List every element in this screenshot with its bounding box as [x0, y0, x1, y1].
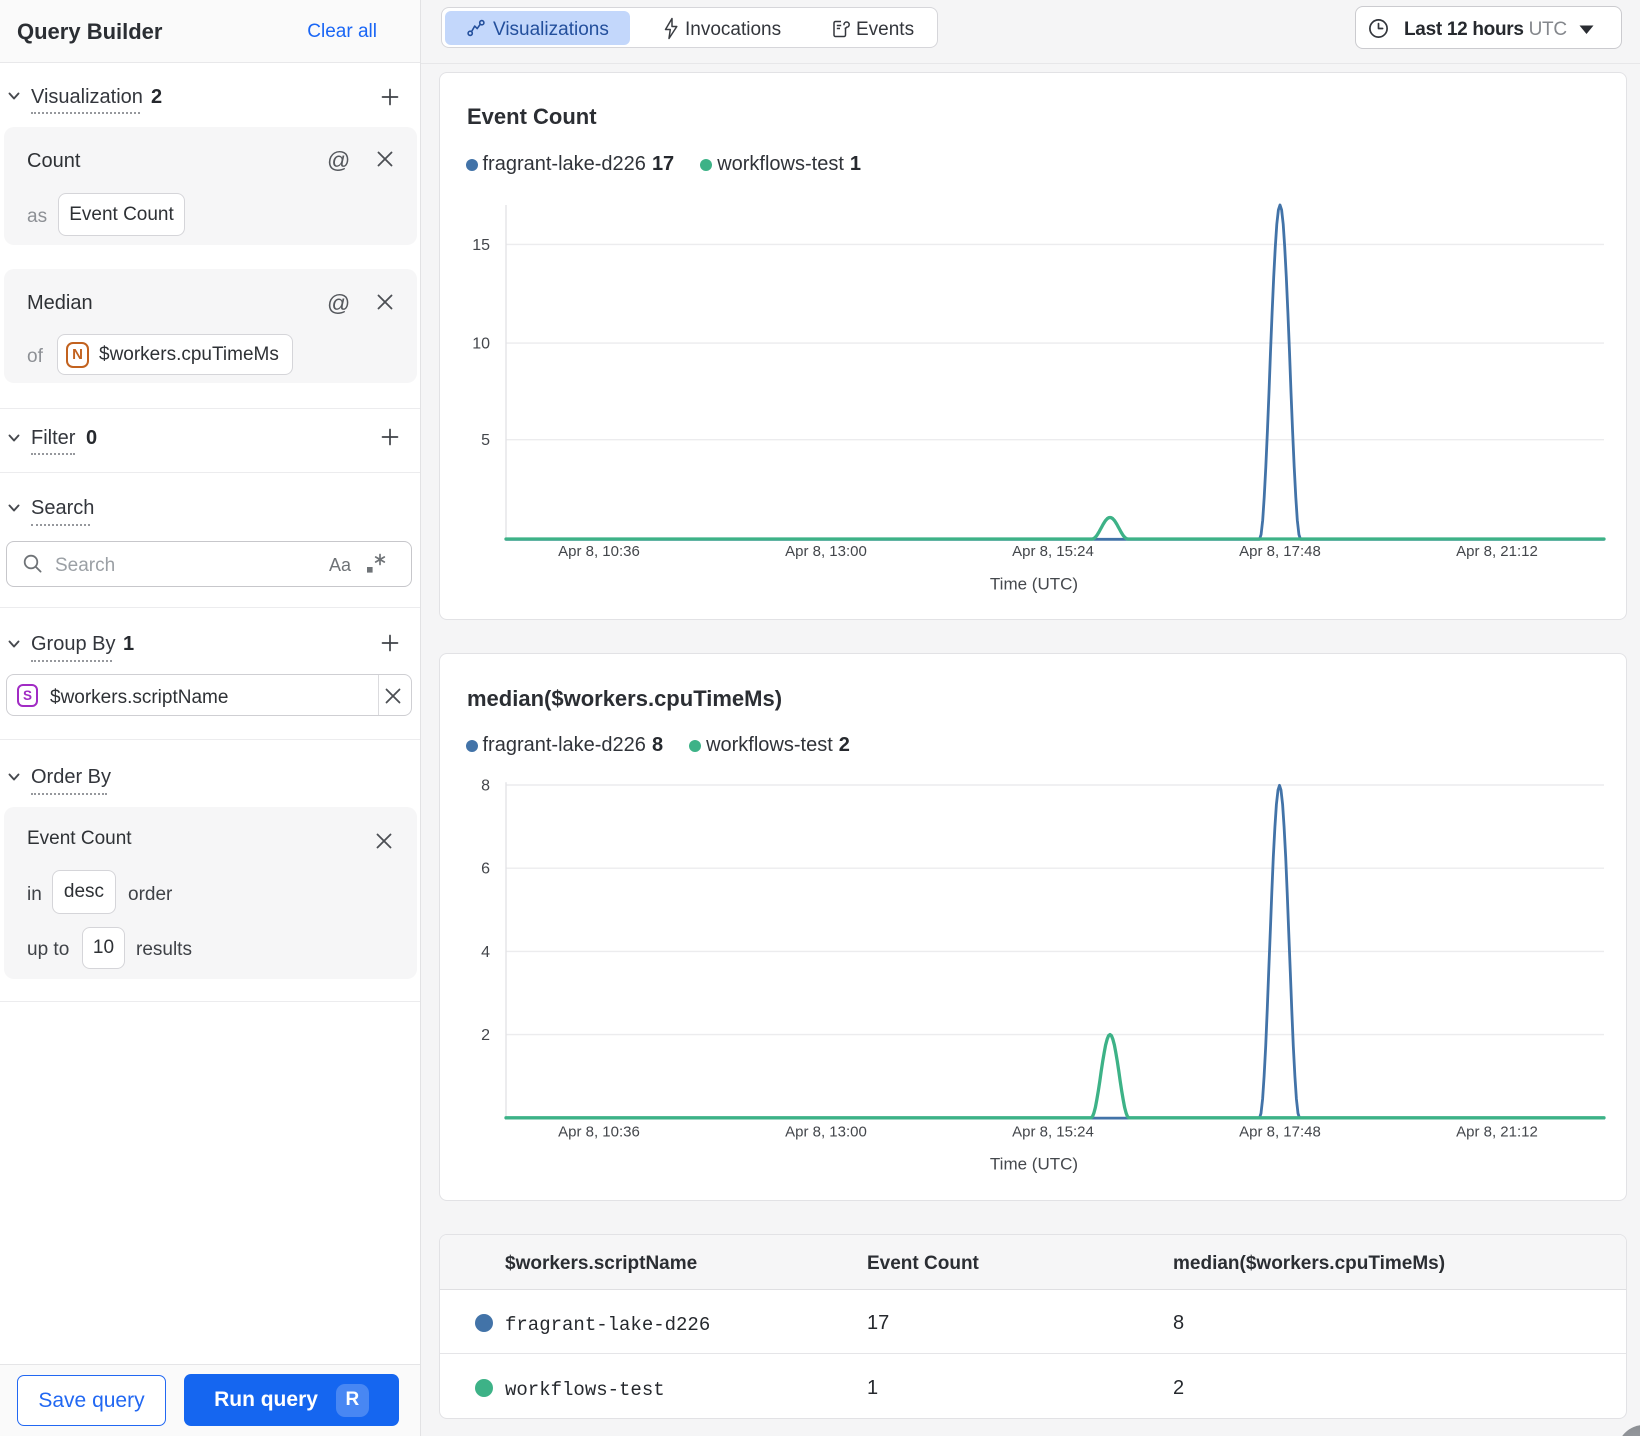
svg-text:8: 8: [481, 778, 490, 795]
svg-text:6: 6: [481, 861, 490, 878]
svg-text:2: 2: [481, 1027, 490, 1044]
svg-text:Apr 8, 15:24: Apr 8, 15:24: [1012, 1123, 1094, 1140]
svg-text:Apr 8, 17:48: Apr 8, 17:48: [1239, 1123, 1321, 1140]
svg-text:Apr 8, 21:12: Apr 8, 21:12: [1456, 543, 1538, 560]
svg-text:Apr 8, 10:36: Apr 8, 10:36: [558, 543, 640, 560]
svg-text:10: 10: [472, 336, 490, 353]
svg-text:Apr 8, 17:48: Apr 8, 17:48: [1239, 543, 1321, 560]
svg-text:15: 15: [472, 237, 490, 254]
svg-text:Apr 8, 10:36: Apr 8, 10:36: [558, 1123, 640, 1140]
svg-text:Apr 8, 13:00: Apr 8, 13:00: [785, 1123, 867, 1140]
svg-text:Apr 8, 13:00: Apr 8, 13:00: [785, 543, 867, 560]
svg-text:5: 5: [481, 432, 490, 449]
svg-text:Apr 8, 15:24: Apr 8, 15:24: [1012, 543, 1094, 560]
svg-text:Time (UTC): Time (UTC): [990, 1155, 1078, 1174]
svg-text:Time (UTC): Time (UTC): [990, 574, 1078, 593]
svg-text:4: 4: [481, 944, 490, 961]
svg-text:Apr 8, 21:12: Apr 8, 21:12: [1456, 1123, 1538, 1140]
